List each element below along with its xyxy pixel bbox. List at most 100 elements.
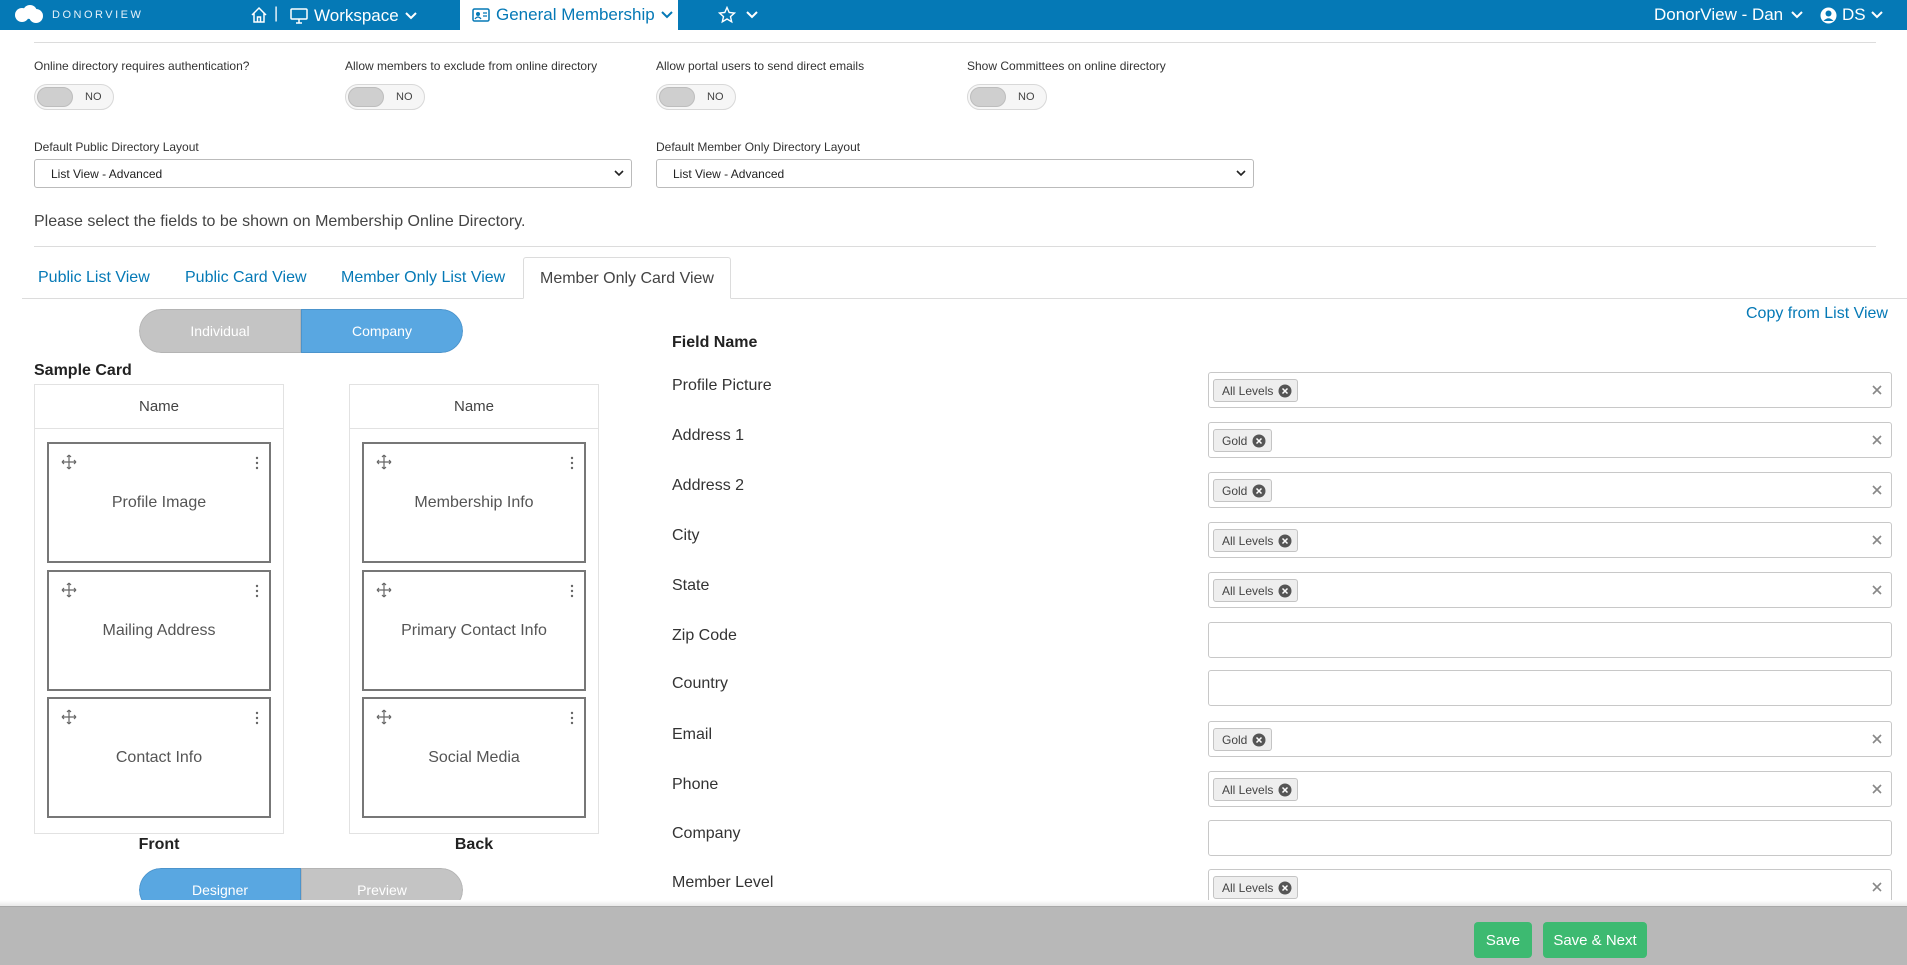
toggle-allow-exclude[interactable]: NO — [345, 84, 425, 110]
tab-public-card-view[interactable]: Public Card View — [169, 257, 323, 299]
back-caption: Back — [454, 836, 494, 853]
remove-chip-icon[interactable] — [1252, 434, 1266, 448]
field-level-select[interactable]: Gold — [1208, 422, 1892, 458]
block-label: Profile Image — [111, 494, 207, 511]
card-block-primary-contact-info[interactable]: Primary Contact Info — [362, 570, 586, 691]
toggle-direct-emails[interactable]: NO — [656, 84, 736, 110]
chevron-down-icon — [661, 11, 673, 19]
card-block-profile-image[interactable]: Profile Image — [47, 442, 271, 563]
card-block-contact-info[interactable]: Contact Info — [47, 697, 271, 818]
home-icon[interactable] — [250, 6, 268, 24]
clear-all-icon[interactable] — [1871, 484, 1883, 496]
field-label: Address 2 — [672, 477, 745, 494]
more-vertical-icon[interactable] — [255, 456, 259, 470]
remove-chip-icon[interactable] — [1278, 384, 1292, 398]
tab-member-only-list-view[interactable]: Member Only List View — [325, 257, 521, 299]
move-icon[interactable] — [376, 582, 392, 598]
field-level-select[interactable] — [1208, 820, 1892, 856]
save-button[interactable]: Save — [1474, 922, 1532, 958]
more-vertical-icon[interactable] — [255, 584, 259, 598]
toggle-state: NO — [707, 91, 724, 103]
clear-all-icon[interactable] — [1871, 534, 1883, 546]
toggle-state: NO — [1018, 91, 1035, 103]
clear-all-icon[interactable] — [1871, 733, 1883, 745]
public-layout-label: Default Public Directory Layout — [34, 140, 199, 154]
remove-chip-icon[interactable] — [1252, 484, 1266, 498]
card-block-membership-info[interactable]: Membership Info — [362, 442, 586, 563]
field-label: Country — [672, 675, 729, 692]
save-and-next-button[interactable]: Save & Next — [1543, 922, 1647, 958]
remove-chip-icon[interactable] — [1278, 534, 1292, 548]
level-chip: Gold — [1213, 479, 1273, 502]
field-label: Phone — [672, 776, 719, 793]
clear-all-icon[interactable] — [1871, 584, 1883, 596]
toggle-label-emails: Allow portal users to send direct emails — [656, 59, 865, 73]
chevron-down-icon — [1236, 170, 1246, 177]
tab-public-list-view[interactable]: Public List View — [22, 257, 166, 299]
move-icon[interactable] — [61, 709, 77, 725]
toggle-knob — [659, 87, 695, 107]
footer-bar: Save Save & Next — [0, 906, 1907, 965]
field-label: State — [672, 577, 710, 594]
public-layout-select[interactable]: List View - Advanced — [34, 159, 632, 188]
move-icon[interactable] — [61, 454, 77, 470]
toggle-state: NO — [396, 91, 413, 103]
level-chip: All Levels — [1213, 778, 1299, 801]
field-level-select[interactable]: All Levels — [1208, 522, 1892, 558]
move-icon[interactable] — [376, 709, 392, 725]
profile-menu[interactable]: DS — [1820, 5, 1883, 25]
field-level-select[interactable]: All Levels — [1208, 771, 1892, 807]
copy-from-list-view-link[interactable]: Copy from List View — [1746, 305, 1888, 323]
clear-all-icon[interactable] — [1871, 384, 1883, 396]
chevron-down-icon — [1791, 11, 1803, 19]
clear-all-icon[interactable] — [1871, 881, 1883, 893]
more-vertical-icon[interactable] — [570, 584, 574, 598]
more-vertical-icon[interactable] — [255, 711, 259, 725]
remove-chip-icon[interactable] — [1252, 733, 1266, 747]
more-vertical-icon[interactable] — [570, 456, 574, 470]
level-chip-label: Gold — [1222, 433, 1248, 448]
move-icon[interactable] — [61, 582, 77, 598]
individual-button[interactable]: Individual — [139, 309, 301, 353]
field-level-select[interactable] — [1208, 670, 1892, 706]
field-name-header: Field Name — [672, 334, 758, 351]
card-block-social-media[interactable]: Social Media — [362, 697, 586, 818]
toggle-knob — [348, 87, 384, 107]
section-divider — [34, 246, 1876, 247]
favorites-menu[interactable] — [718, 6, 758, 24]
toggle-auth-required[interactable]: NO — [34, 84, 114, 110]
level-chip-label: Gold — [1222, 483, 1248, 498]
company-button[interactable]: Company — [301, 309, 463, 353]
top-divider — [34, 42, 1876, 43]
tab-member-only-card-view[interactable]: Member Only Card View — [523, 257, 731, 299]
level-chip-label: All Levels — [1222, 880, 1274, 895]
sample-card-back: Name Membership Info Primary Contact Inf… — [349, 384, 599, 834]
toggle-show-committees[interactable]: NO — [967, 84, 1047, 110]
level-chip-label: Gold — [1222, 732, 1248, 747]
card-name-header: Name — [35, 385, 283, 429]
remove-chip-icon[interactable] — [1278, 881, 1292, 895]
level-chip: Gold — [1213, 429, 1273, 452]
field-level-select[interactable] — [1208, 622, 1892, 658]
field-level-select[interactable]: All Levels — [1208, 372, 1892, 408]
block-label: Contact Info — [115, 749, 203, 766]
module-menu-general-membership[interactable]: General Membership — [460, 0, 678, 30]
field-level-select[interactable]: All Levels — [1208, 572, 1892, 608]
clear-all-icon[interactable] — [1871, 783, 1883, 795]
remove-chip-icon[interactable] — [1278, 783, 1292, 797]
move-icon[interactable] — [376, 454, 392, 470]
more-vertical-icon[interactable] — [570, 711, 574, 725]
brand-logo[interactable]: DONORVIEW — [14, 5, 143, 25]
remove-chip-icon[interactable] — [1278, 584, 1292, 598]
workspace-label: Workspace — [314, 6, 399, 25]
module-label: General Membership — [496, 5, 655, 24]
card-block-mailing-address[interactable]: Mailing Address — [47, 570, 271, 691]
workspace-menu[interactable]: Workspace — [290, 6, 417, 26]
org-user-menu[interactable]: DonorView - Dan — [1654, 5, 1803, 25]
field-level-select[interactable]: Gold — [1208, 472, 1892, 508]
user-circle-icon — [1820, 7, 1837, 23]
clear-all-icon[interactable] — [1871, 434, 1883, 446]
member-layout-select[interactable]: List View - Advanced — [656, 159, 1254, 188]
field-level-select[interactable]: Gold — [1208, 721, 1892, 757]
toggle-label-auth: Online directory requires authentication… — [34, 59, 250, 73]
